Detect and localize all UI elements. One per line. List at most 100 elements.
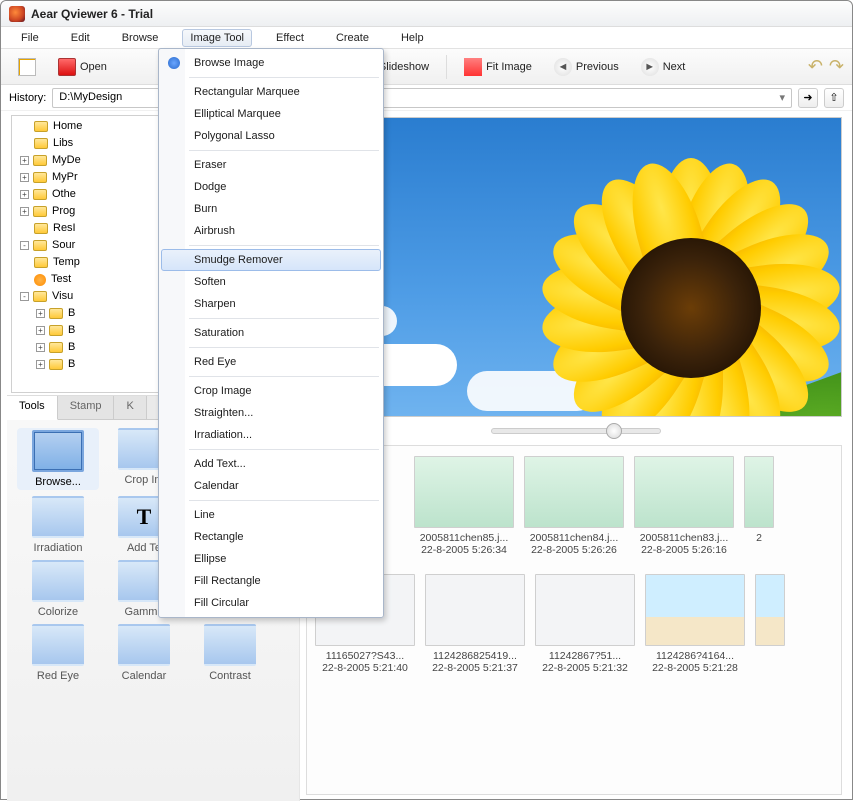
thumbnail-image — [425, 574, 525, 646]
new-button[interactable] — [9, 54, 45, 80]
menu-create[interactable]: Create — [328, 29, 377, 47]
zoom-slider[interactable] — [491, 428, 661, 434]
next-button[interactable]: ►Next — [632, 54, 695, 80]
dropdown-item-label: Calendar — [194, 480, 239, 492]
tool-item[interactable]: Browse... — [17, 428, 99, 490]
tree-item-label: B — [68, 339, 75, 356]
dropdown-item[interactable]: Red Eye — [161, 351, 381, 373]
thumbnail-image — [645, 574, 745, 646]
thumbnail-timestamp: 22-8-2005 5:26:34 — [414, 544, 514, 556]
dropdown-separator — [189, 318, 379, 319]
dropdown-item[interactable]: Straighten... — [161, 402, 381, 424]
menu-help[interactable]: Help — [393, 29, 432, 47]
dropdown-item[interactable]: Add Text... — [161, 453, 381, 475]
dropdown-item[interactable]: Polygonal Lasso — [161, 125, 381, 147]
dropdown-item[interactable]: Browse Image — [161, 52, 381, 74]
zoom-knob[interactable] — [606, 423, 622, 439]
dropdown-item[interactable]: Fill Circular — [161, 592, 381, 614]
previous-button[interactable]: ◄Previous — [545, 54, 628, 80]
tree-item-label: B — [68, 322, 75, 339]
dropdown-item[interactable]: Rectangle — [161, 526, 381, 548]
menu-effect[interactable]: Effect — [268, 29, 312, 47]
dropdown-item[interactable]: Irradiation... — [161, 424, 381, 446]
dropdown-separator — [189, 150, 379, 151]
thumbnail-item[interactable]: 2005811chen85.j...22-8-2005 5:26:34 — [414, 456, 514, 556]
tool-thumb — [32, 624, 84, 666]
thumbnail-item[interactable]: 2 — [744, 456, 774, 556]
tree-item-label: Sour — [52, 237, 75, 254]
dropdown-item-label: Smudge Remover — [194, 254, 283, 266]
dropdown-item[interactable]: Airbrush — [161, 220, 381, 242]
image-preview[interactable] — [306, 117, 842, 417]
thumbnail-filename: 11165027?S43... — [315, 650, 415, 662]
dropdown-item[interactable]: Sharpen — [161, 293, 381, 315]
dropdown-item[interactable]: Elliptical Marquee — [161, 103, 381, 125]
thumbnail-item[interactable]: 2005811chen83.j...22-8-2005 5:26:16 — [634, 456, 734, 556]
folder-icon — [34, 257, 48, 268]
tool-thumb — [32, 496, 84, 538]
menu-image-tool[interactable]: Image Tool — [182, 29, 252, 47]
history-go-button[interactable]: ➜ — [798, 88, 818, 108]
thumbnail-filename: 1124286825419... — [425, 650, 525, 662]
undo-button[interactable]: ↶ — [808, 56, 823, 77]
tool-item-label: Contrast — [189, 670, 271, 682]
menu-file[interactable]: File — [13, 29, 47, 47]
dropdown-item-label: Rectangle — [194, 531, 244, 543]
thumbnail-timestamp: 22-8-2005 5:21:28 — [645, 662, 745, 674]
title-bar: Aear Qviewer 6 - Trial — [1, 1, 852, 27]
tool-item[interactable]: Colorize — [17, 560, 99, 618]
dropdown-item-label: Soften — [194, 276, 226, 288]
dropdown-item[interactable]: Saturation — [161, 322, 381, 344]
menu-browse[interactable]: Browse — [114, 29, 167, 47]
thumbnail-filename: 11242867?51... — [535, 650, 635, 662]
tool-item[interactable]: Irradiation — [17, 496, 99, 554]
redo-button[interactable]: ↷ — [829, 56, 844, 77]
thumbnail-filename: 2005811chen85.j... — [414, 532, 514, 544]
dropdown-item[interactable]: Ellipse — [161, 548, 381, 570]
dropdown-item[interactable]: Crop Image — [161, 380, 381, 402]
tree-item-label: Home — [53, 118, 82, 135]
thumbnail-item[interactable] — [755, 574, 785, 674]
tab-tools[interactable]: Tools — [7, 396, 58, 420]
thumbnail-item[interactable]: 2005811chen84.j...22-8-2005 5:26:26 — [524, 456, 624, 556]
dropdown-item-label: Sharpen — [194, 298, 236, 310]
tree-item-label: Visu — [52, 288, 73, 305]
thumbnail-item[interactable]: 1124286825419...22-8-2005 5:21:37 — [425, 574, 525, 674]
dropdown-item[interactable]: Smudge Remover — [161, 249, 381, 271]
dropdown-item[interactable]: Burn — [161, 198, 381, 220]
history-label: History: — [9, 92, 46, 104]
history-up-button[interactable]: ⇧ — [824, 88, 844, 108]
image-tool-dropdown[interactable]: Browse Image Rectangular MarqueeElliptica… — [158, 48, 384, 618]
thumbnail-filename: 2005811chen84.j... — [524, 532, 624, 544]
dropdown-item[interactable]: Line — [161, 504, 381, 526]
tab-k[interactable]: K — [114, 396, 146, 419]
folder-icon — [33, 189, 47, 200]
tool-item[interactable]: Red Eye — [17, 624, 99, 682]
tab-stamp[interactable]: Stamp — [58, 396, 115, 419]
tool-item[interactable]: Calendar — [103, 624, 185, 682]
tool-thumb — [32, 430, 84, 472]
tool-thumb — [118, 624, 170, 666]
dropdown-item[interactable]: Calendar — [161, 475, 381, 497]
dropdown-item[interactable]: Rectangular Marquee — [161, 81, 381, 103]
thumbnail-timestamp: 22-8-2005 5:21:37 — [425, 662, 525, 674]
open-button[interactable]: Open — [49, 54, 116, 80]
dropdown-item[interactable]: Fill Rectangle — [161, 570, 381, 592]
thumbnail-browser[interactable]: en87.j...:26:482005811chen85.j...22-8-20… — [306, 445, 842, 795]
menu-edit[interactable]: Edit — [63, 29, 98, 47]
dropdown-item[interactable]: Soften — [161, 271, 381, 293]
tree-item-label: Temp — [53, 254, 80, 271]
dropdown-item[interactable]: Eraser — [161, 154, 381, 176]
dropdown-item-label: Browse Image — [194, 57, 264, 69]
thumbnail-item[interactable]: 1124286?4164...22-8-2005 5:21:28 — [645, 574, 745, 674]
open-label: Open — [80, 61, 107, 73]
fit-image-button[interactable]: Fit Image — [455, 54, 541, 80]
thumbnail-item[interactable]: 11242867?51...22-8-2005 5:21:32 — [535, 574, 635, 674]
dropdown-item[interactable]: Dodge — [161, 176, 381, 198]
tree-item-label: Othe — [52, 186, 76, 203]
dropdown-separator — [189, 347, 379, 348]
tool-item[interactable]: Contrast — [189, 624, 271, 682]
open-icon — [58, 58, 76, 76]
thumbnail-filename: 1124286?4164... — [645, 650, 745, 662]
dropdown-separator — [189, 77, 379, 78]
